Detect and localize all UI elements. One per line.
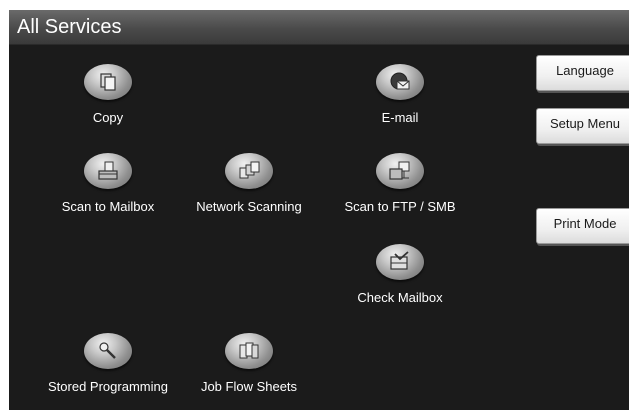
print-mode-button[interactable]: Print Mode xyxy=(536,208,629,244)
print-mode-label: Print Mode xyxy=(553,216,617,231)
setup-menu-label: Setup Menu xyxy=(549,116,621,131)
stored-programming-icon xyxy=(84,333,132,369)
check-mailbox-icon xyxy=(376,244,424,280)
all-services-screen: All Services Copy E-mail Scan to Mailbox… xyxy=(9,10,629,410)
scan-to-ftp-smb-label: Scan to FTP / SMB xyxy=(344,199,456,214)
page-title: All Services xyxy=(17,16,122,38)
email-button[interactable]: E-mail xyxy=(325,64,475,126)
email-label: E-mail xyxy=(381,110,419,125)
scan-to-ftp-smb-icon xyxy=(376,153,424,189)
scan-to-mailbox-icon xyxy=(84,153,132,189)
check-mailbox-button[interactable]: Check Mailbox xyxy=(325,244,475,306)
copy-icon xyxy=(84,64,132,100)
job-flow-sheets-icon xyxy=(225,333,273,369)
scan-to-mailbox-label: Scan to Mailbox xyxy=(61,199,155,214)
language-button[interactable]: Language xyxy=(536,55,629,91)
network-scanning-button[interactable]: Network Scanning xyxy=(174,153,324,215)
scan-to-ftp-smb-button[interactable]: Scan to FTP / SMB xyxy=(325,153,475,215)
copy-button[interactable]: Copy xyxy=(33,64,183,126)
stored-programming-button[interactable]: Stored Programming xyxy=(33,333,183,395)
job-flow-sheets-label: Job Flow Sheets xyxy=(200,379,298,394)
job-flow-sheets-button[interactable]: Job Flow Sheets xyxy=(174,333,324,395)
copy-label: Copy xyxy=(92,110,124,125)
scan-to-mailbox-button[interactable]: Scan to Mailbox xyxy=(33,153,183,215)
language-label: Language xyxy=(556,63,614,78)
check-mailbox-label: Check Mailbox xyxy=(357,290,443,305)
network-scanning-label: Network Scanning xyxy=(196,199,302,214)
email-icon xyxy=(376,64,424,100)
title-bar: All Services xyxy=(9,10,629,45)
network-scanning-icon xyxy=(225,153,273,189)
setup-menu-button[interactable]: Setup Menu xyxy=(536,108,629,144)
top-strip xyxy=(0,0,629,10)
stored-programming-label: Stored Programming xyxy=(48,379,168,394)
